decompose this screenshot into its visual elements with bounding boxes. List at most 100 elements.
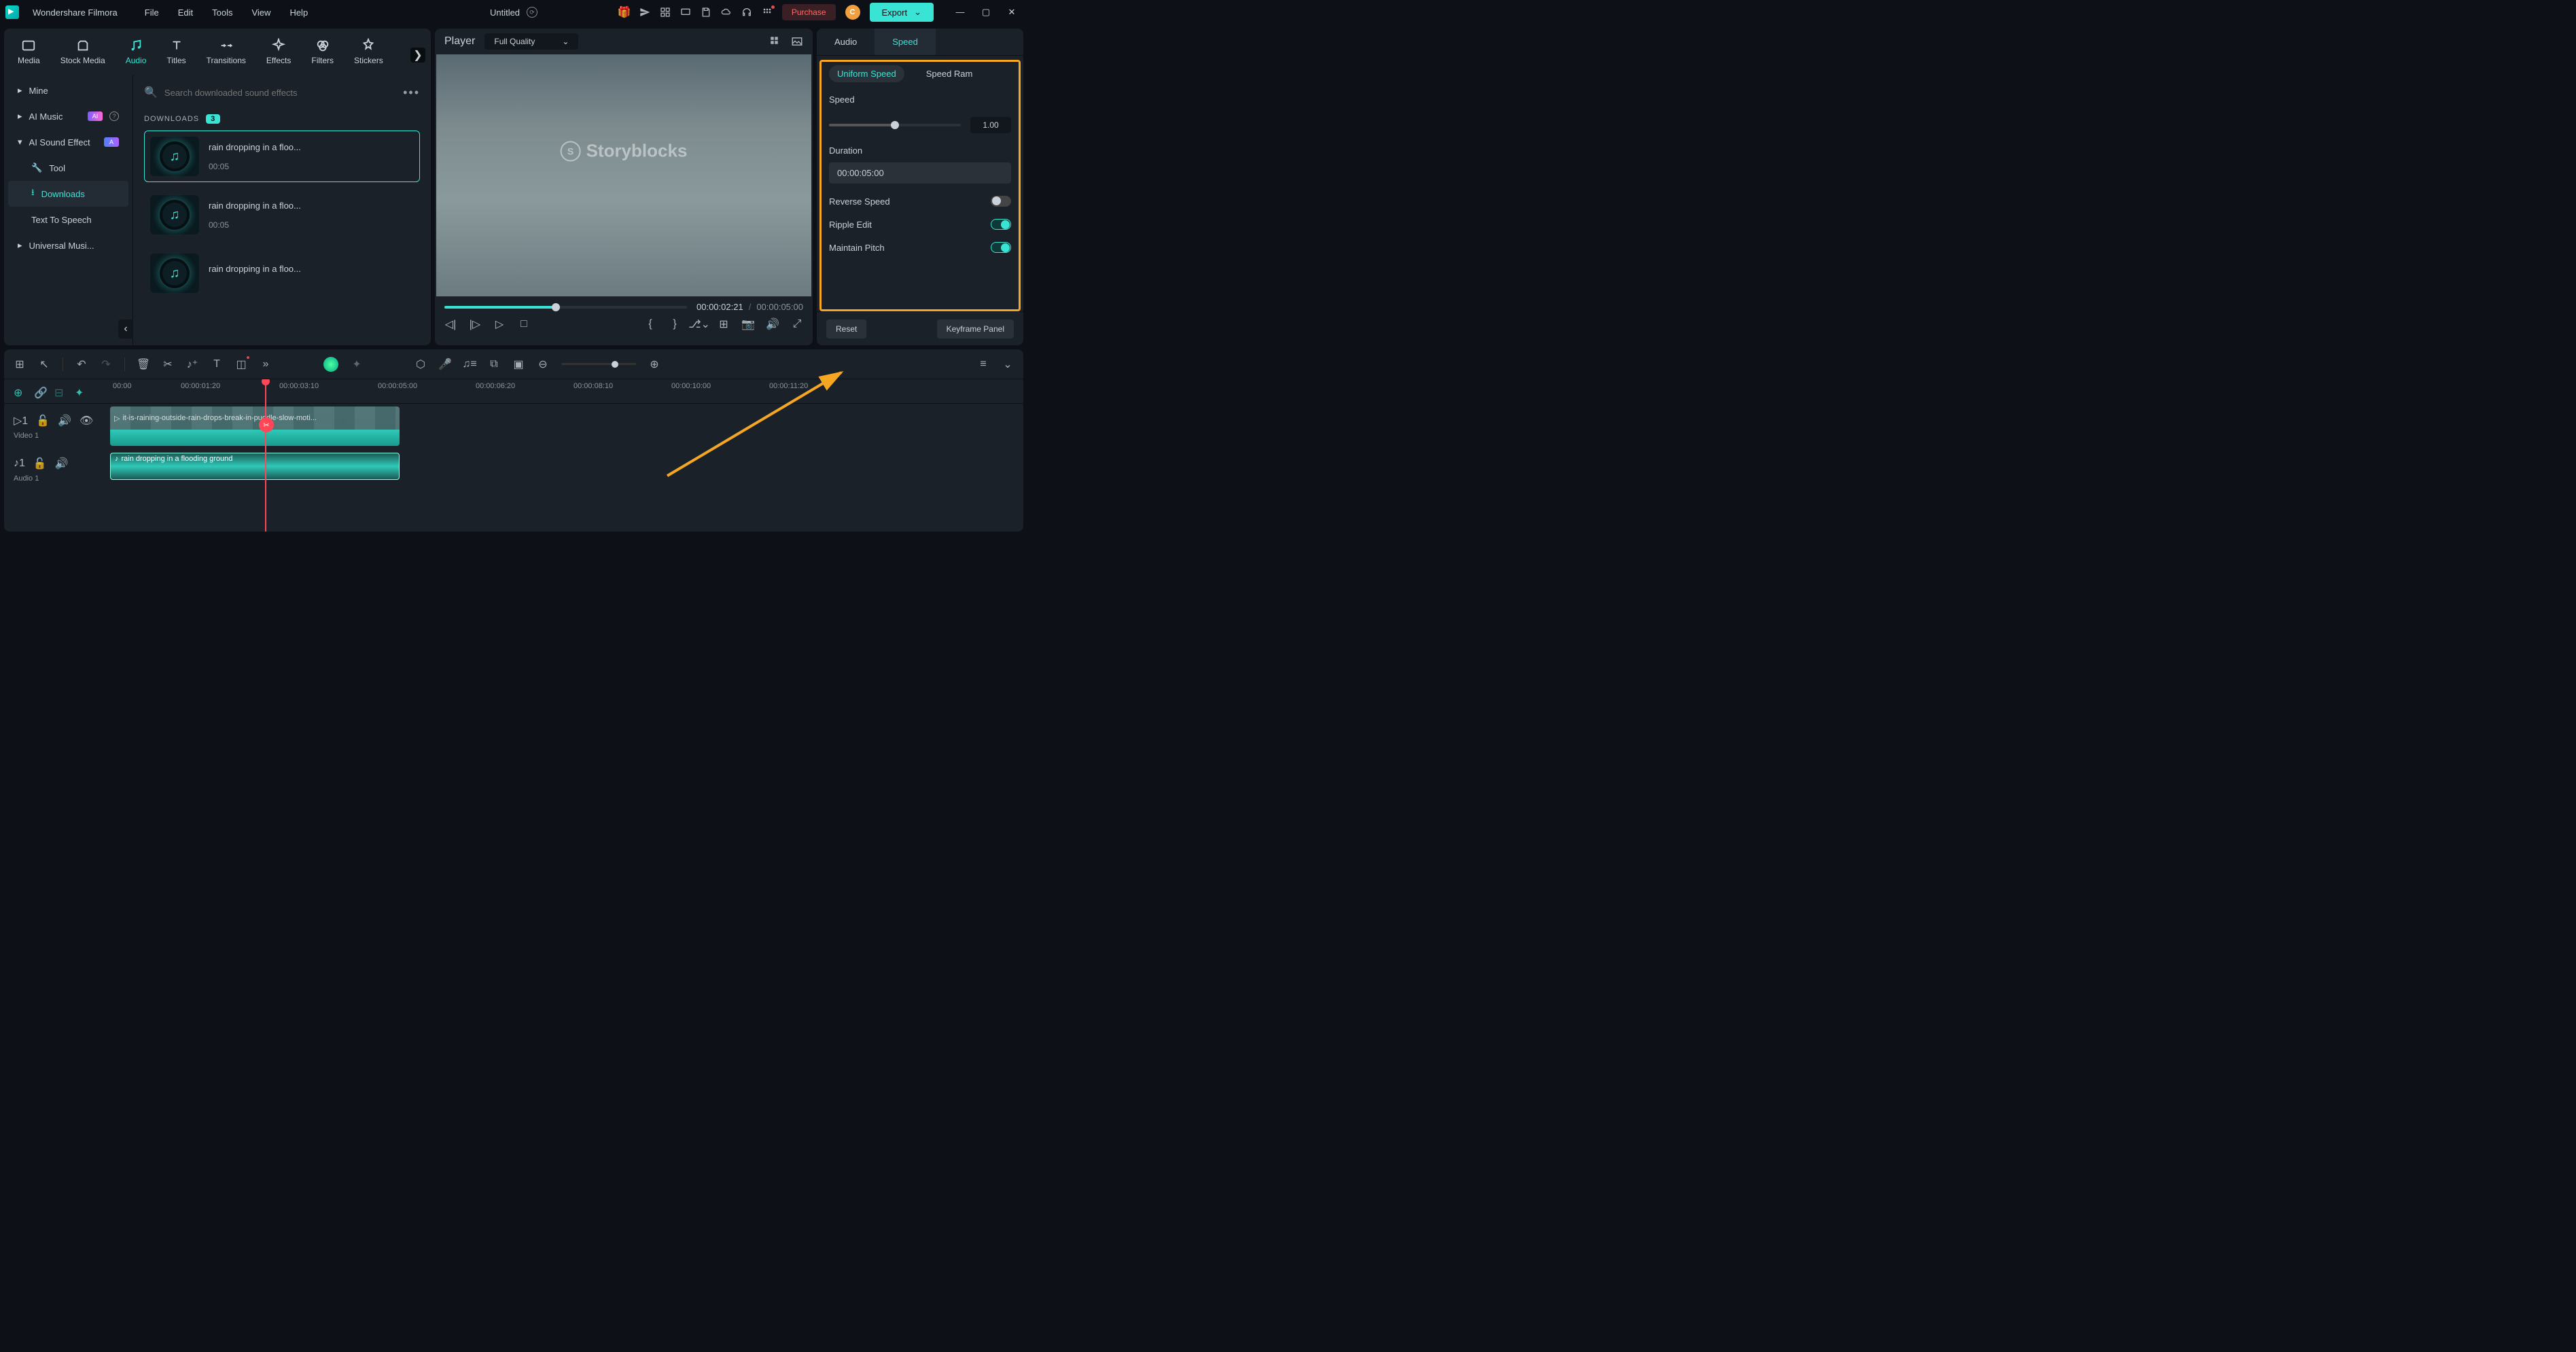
reverse-speed-toggle[interactable] [991,196,1011,207]
slider-handle[interactable] [891,121,899,129]
timeline-ruler[interactable]: 00:00 00:00:01:20 00:00:03:10 00:00:05:0… [110,379,1023,404]
add-track-icon[interactable]: ⊕ [14,386,24,397]
gift-icon[interactable]: 🎁 [619,7,630,18]
search-input[interactable] [164,88,396,98]
save-icon[interactable] [701,7,711,18]
lock-icon[interactable]: 🔓 [36,414,50,428]
voiceover-icon[interactable]: 🎤 [439,358,451,370]
play-button[interactable]: ▷ [493,318,506,330]
menu-help[interactable]: Help [289,7,308,18]
split-button[interactable]: ✂ [162,358,174,370]
audio-mixer-icon[interactable]: ♫≡ [463,358,476,370]
purchase-button[interactable]: Purchase [782,4,836,20]
sidebar-item-ai-music[interactable]: ▸AI MusicAI? [8,103,128,129]
zoom-slider[interactable] [561,363,636,365]
cursor-tool-icon[interactable]: ↖ [38,358,50,370]
lock-icon[interactable]: 🔓 [33,457,47,470]
undo-button[interactable]: ↶ [75,358,88,370]
ripple-edit-toggle[interactable] [991,219,1011,230]
help-icon[interactable]: ? [109,111,119,121]
sidebar-item-tool[interactable]: 🔧Tool [8,155,128,181]
speed-slider[interactable] [829,124,961,126]
user-avatar[interactable]: C [845,5,860,20]
magnet-icon[interactable]: ⊟ [54,386,65,397]
mute-icon[interactable]: 🔊 [55,457,69,470]
sidebar-item-mine[interactable]: ▸Mine [8,77,128,103]
ai-assist-button[interactable] [323,357,338,372]
auto-icon[interactable]: ✦ [75,386,86,397]
minimize-button[interactable]: — [950,7,970,18]
grid-view-icon[interactable] [769,35,781,48]
mark-out-button[interactable]: } [669,318,681,330]
tab-media[interactable]: Media [18,38,40,65]
audio-clip-item[interactable]: ♫ rain dropping in a floo...00:05 [144,189,420,241]
cloud-icon[interactable] [721,7,732,18]
duration-input[interactable]: 00:00:05:00 [829,162,1011,184]
reset-button[interactable]: Reset [826,319,866,339]
speed-value-input[interactable]: 1.00 [970,117,1011,133]
tab-audio[interactable]: Audio [126,38,147,65]
sidebar-item-downloads[interactable]: ⭳Downloads [8,181,128,207]
quality-dropdown[interactable]: Full Quality⌄ [484,33,578,50]
scrub-handle[interactable] [552,303,560,311]
sidebar-item-universal-music[interactable]: ▸Universal Musi... [8,232,128,258]
audio-track-icon[interactable]: ♪1 [14,457,25,470]
cloud-sync-icon[interactable]: ⟳ [527,7,537,18]
playhead[interactable] [265,379,266,532]
fullscreen-button[interactable]: ⤢ [791,318,803,330]
volume-button[interactable]: 🔊 [766,318,779,330]
layout-tool-icon[interactable]: ⊞ [14,358,26,370]
link-icon[interactable]: 🔗 [34,386,45,397]
tab-stickers[interactable]: Stickers [354,38,383,65]
close-button[interactable]: ✕ [1002,7,1022,18]
tab-speed-props[interactable]: Speed [875,29,936,55]
sidebar-item-ai-sound-effect[interactable]: ▾AI Sound EffectA [8,129,128,155]
ai-enhance-icon[interactable]: ✦ [351,358,363,370]
layout-icon[interactable] [660,7,671,18]
menu-tools[interactable]: Tools [212,7,232,18]
more-options-button[interactable]: ••• [403,86,420,100]
stop-button[interactable]: □ [518,318,530,330]
tab-audio-props[interactable]: Audio [817,29,875,55]
track-dropdown-icon[interactable]: ⌄ [1002,358,1014,370]
tabs-next-button[interactable]: ❯ [410,48,425,63]
subtab-uniform-speed[interactable]: Uniform Speed [829,65,904,82]
record-icon[interactable]: ⧉ [488,358,500,370]
visibility-icon[interactable]: 👁 [80,414,93,428]
maintain-pitch-toggle[interactable] [991,242,1011,253]
zoom-in-button[interactable]: ⊕ [648,358,660,370]
menu-view[interactable]: View [251,7,270,18]
subtab-speed-ramp[interactable]: Speed Ram [918,65,981,82]
headphones-icon[interactable] [741,7,752,18]
audio-track[interactable]: ♪rain dropping in a flooding ground [110,450,1023,489]
tab-transitions[interactable]: Transitions [207,38,246,65]
screen-icon[interactable] [680,7,691,18]
mute-icon[interactable]: 🔊 [58,414,71,428]
menu-file[interactable]: File [145,7,159,18]
prev-frame-button[interactable]: ◁| [444,318,457,330]
more-tools-icon[interactable]: » [260,358,272,370]
tab-titles[interactable]: Titles [166,38,186,65]
video-track-icon[interactable]: ▷1 [14,414,28,428]
audio-clip-item[interactable]: ♫ rain dropping in a floo... [144,247,420,299]
display-button[interactable]: ⊞ [718,318,730,330]
render-icon[interactable]: ▣ [512,358,525,370]
timeline-tracks-area[interactable]: 00:00 00:00:01:20 00:00:03:10 00:00:05:0… [110,379,1023,532]
scrub-bar[interactable] [444,306,687,309]
sidebar-item-tts[interactable]: Text To Speech [8,207,128,232]
maximize-button[interactable]: ▢ [976,7,996,18]
zoom-handle[interactable] [612,361,618,368]
video-clip[interactable]: ▷it-is-raining-outside-rain-drops-break-… [110,406,400,446]
track-options-icon[interactable]: ≡ [977,358,989,370]
redo-button[interactable]: ↷ [100,358,112,370]
send-icon[interactable] [639,7,650,18]
apps-icon[interactable] [762,7,773,18]
video-track[interactable]: ▷it-is-raining-outside-rain-drops-break-… [110,404,1023,450]
tab-filters[interactable]: Filters [311,38,334,65]
split-indicator-icon[interactable]: ✂ [259,417,274,432]
audio-clip[interactable]: ♪rain dropping in a flooding ground [110,453,400,480]
marker-icon[interactable]: ⬡ [414,358,427,370]
music-tool-icon[interactable]: ♪⁺ [186,358,198,370]
next-frame-button[interactable]: |▷ [469,318,481,330]
mark-in-button[interactable]: { [644,318,656,330]
